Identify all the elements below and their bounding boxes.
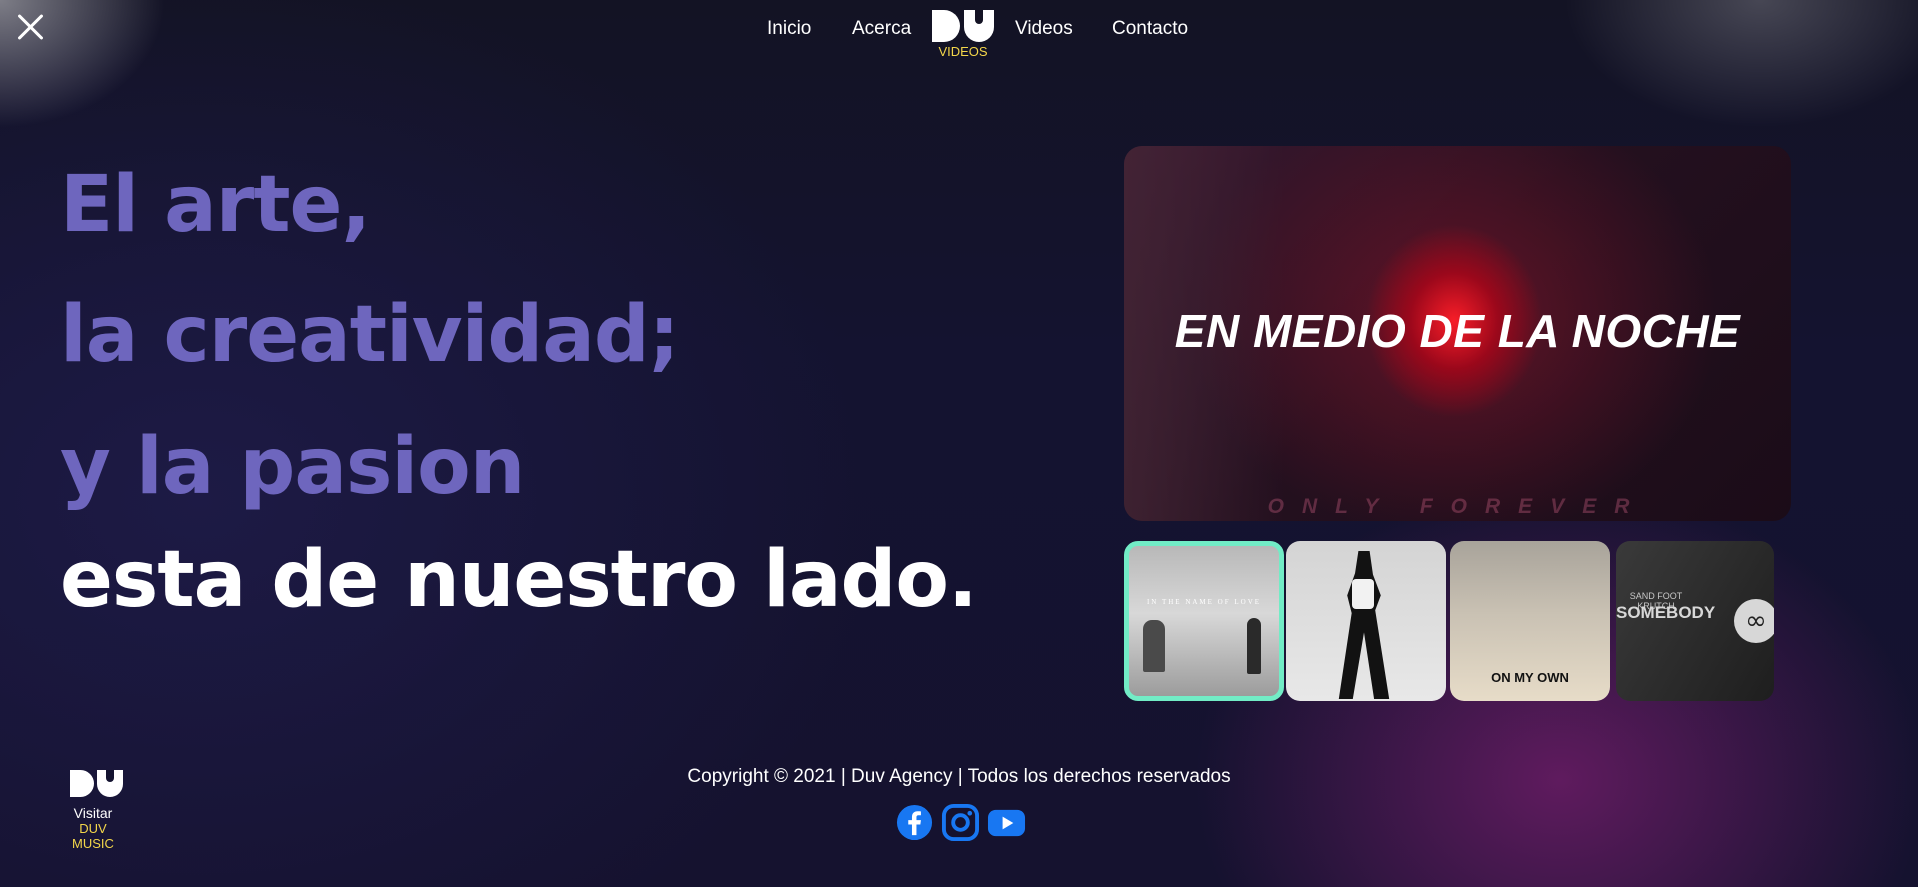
thumbnail-somebody[interactable]: SAND FOOT KRUTCH SOMEBODY ∞ xyxy=(1616,541,1774,701)
nav-acerca[interactable]: Acerca xyxy=(852,18,911,40)
hero-line-1: El arte, xyxy=(60,160,371,250)
duv-music-label: DUV MUSIC xyxy=(72,821,114,851)
hero-line-2: la creatividad; xyxy=(60,290,680,380)
featured-video-title: EN MEDIO DE LA NOCHE xyxy=(1174,305,1741,357)
nav-contacto[interactable]: Contacto xyxy=(1112,18,1188,40)
hero-line-4: esta de nuestro lado. xyxy=(60,535,978,625)
brand-logo[interactable]: VIDEOS xyxy=(931,10,995,65)
thumbnail-on-my-own[interactable]: ON MY OWN xyxy=(1450,541,1610,701)
logo-mark-icon xyxy=(931,10,995,42)
logo-subtitle: VIDEOS xyxy=(938,44,988,59)
thumbnail-2[interactable] xyxy=(1286,541,1446,701)
infinity-icon: ∞ xyxy=(1734,599,1774,643)
featured-video[interactable]: EN MEDIO DE LA NOCHE ONLY FOREVER xyxy=(1124,146,1791,521)
hero-line-3: y la pasion xyxy=(60,422,525,512)
thumbnail-label: ON MY OWN xyxy=(1491,670,1569,685)
nav-videos[interactable]: Videos xyxy=(1015,18,1073,40)
copyright-text: Copyright © 2021 | Duv Agency | Todos lo… xyxy=(687,766,1231,787)
thumbnail-label: SOMEBODY xyxy=(1616,603,1716,622)
youtube-icon[interactable] xyxy=(987,803,1026,842)
instagram-icon[interactable] xyxy=(941,803,980,842)
thumbnail-in-the-name-of-love[interactable]: IN THE NAME OF LOVE xyxy=(1124,541,1284,701)
thumbnail-label: IN THE NAME OF LOVE xyxy=(1146,598,1262,606)
facebook-icon[interactable] xyxy=(895,803,934,842)
social-links xyxy=(895,803,1026,842)
top-nav: Inicio Acerca VIDEOS Videos Contacto xyxy=(0,0,1918,70)
featured-video-subtitle: ONLY FOREVER xyxy=(1267,495,1648,518)
nav-inicio[interactable]: Inicio xyxy=(767,18,811,40)
visit-label: Visitar xyxy=(73,805,113,821)
